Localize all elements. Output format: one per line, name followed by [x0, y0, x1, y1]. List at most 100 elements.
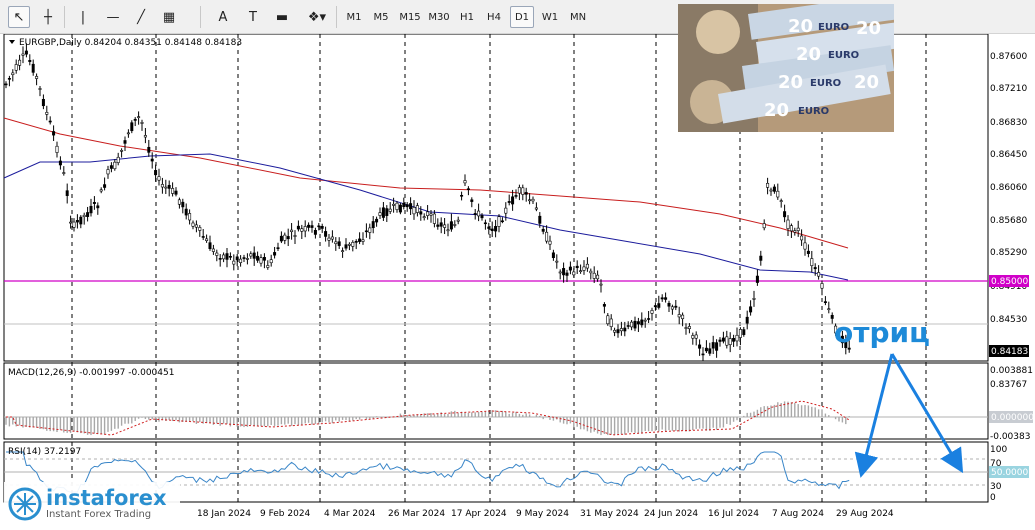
shapes-menu-icon[interactable]: ❖▾ — [302, 6, 332, 28]
candle-body — [330, 236, 334, 240]
timeframe-m1[interactable]: M1 — [342, 6, 366, 28]
candle-body — [113, 161, 117, 170]
candle-body — [324, 231, 328, 237]
candle-body — [721, 337, 725, 342]
candle-body — [708, 348, 712, 354]
candle-body — [215, 252, 219, 256]
price-axis-label: 0.85290 — [990, 248, 1027, 258]
candle-body — [82, 214, 86, 217]
candle-body — [48, 120, 52, 123]
candle-body — [154, 170, 158, 176]
candle-body — [89, 205, 93, 214]
candle-body — [208, 242, 212, 249]
candle-body — [514, 195, 518, 197]
candle-body — [698, 344, 702, 349]
candle-body — [62, 172, 66, 174]
rectangle-icon[interactable]: ▬ — [270, 6, 294, 28]
banknote-text: EURO — [810, 78, 841, 89]
candle-body — [749, 306, 753, 313]
vertical-line-icon[interactable]: | — [74, 6, 92, 28]
candle-body — [497, 216, 501, 227]
candle-body — [551, 252, 555, 259]
candle-body — [143, 135, 147, 138]
candle-body — [789, 225, 793, 232]
candle-body — [354, 240, 358, 243]
rsi-level-tag-text: 50.0000 — [991, 468, 1028, 478]
candle-body — [201, 236, 205, 238]
candle-body — [827, 308, 831, 311]
candle-body — [395, 202, 399, 210]
candle-body — [320, 226, 324, 229]
candle-body — [687, 326, 691, 330]
candle-body — [327, 237, 331, 241]
candle-body — [426, 211, 430, 216]
candle-body — [41, 98, 45, 107]
banknote-text: 20 — [854, 72, 879, 93]
price-axis-label: 0.87210 — [990, 84, 1027, 94]
timeframe-m30[interactable]: M30 — [425, 6, 453, 28]
candle-body — [490, 228, 494, 232]
timeframe-h1[interactable]: H1 — [455, 6, 479, 28]
candle-body — [769, 189, 773, 192]
candle-body — [776, 190, 780, 198]
macd-label: MACD(12,26,9) -0.001997 -0.000451 — [8, 368, 174, 378]
candle-body — [283, 234, 287, 241]
current-price-tag-text: 0.84183 — [991, 347, 1028, 357]
candle-body — [772, 186, 776, 192]
candle-body — [640, 319, 644, 326]
timeframe-d1[interactable]: D1 — [510, 6, 534, 28]
candle-body — [21, 53, 25, 56]
timeframe-m5[interactable]: M5 — [369, 6, 393, 28]
price-axis-label: 0.86060 — [990, 183, 1027, 193]
trendline-icon[interactable]: ╱ — [130, 6, 152, 28]
timeframe-mn[interactable]: MN — [566, 6, 590, 28]
candle-body — [405, 204, 409, 208]
candle-body — [177, 199, 181, 205]
text-label-icon[interactable]: T — [242, 6, 264, 28]
banknote-text: 20 — [788, 16, 813, 37]
cursor-icon[interactable]: ↖ — [8, 6, 30, 28]
horizontal-line-icon[interactable]: — — [102, 6, 124, 28]
rsi-scale-label: 0 — [990, 493, 996, 503]
candle-body — [783, 211, 787, 218]
candle-body — [528, 199, 532, 202]
candle-body — [4, 83, 8, 86]
candle-body — [500, 220, 504, 223]
candle-body — [463, 180, 467, 184]
price-axis-label: 0.87600 — [990, 52, 1027, 62]
candle-body — [361, 239, 365, 242]
candle-body — [412, 207, 416, 215]
candle-body — [470, 199, 474, 202]
logo-tagline: Instant Forex Trading — [46, 508, 152, 520]
crosshair-icon[interactable]: ┼ — [36, 6, 60, 28]
candle-body — [109, 165, 113, 169]
candle-body — [660, 297, 664, 300]
candle-body — [596, 274, 600, 280]
candle-body — [483, 222, 487, 225]
candle-body — [106, 169, 110, 175]
candle-body — [711, 342, 715, 349]
logo-mark-icon — [8, 487, 42, 520]
candle-body — [568, 266, 572, 271]
date-axis-label: 17 Apr 2024 — [451, 509, 507, 519]
candle-body — [69, 221, 73, 224]
candle-body — [473, 213, 477, 215]
annotation-text: отриц — [834, 316, 930, 349]
candle-body — [392, 203, 396, 206]
candle-body — [344, 244, 348, 249]
candle-body — [313, 229, 317, 235]
candle-body — [647, 318, 651, 320]
fibonacci-icon[interactable]: ▦ — [158, 6, 180, 28]
candle-body — [626, 325, 630, 327]
candle-body — [86, 212, 90, 217]
candle-body — [755, 275, 759, 283]
text-tool-icon[interactable]: A — [212, 6, 234, 28]
timeframe-w1[interactable]: W1 — [538, 6, 562, 28]
candle-body — [14, 64, 18, 71]
candle-body — [140, 122, 144, 124]
timeframe-m15[interactable]: M15 — [397, 6, 423, 28]
timeframe-h4[interactable]: H4 — [482, 6, 506, 28]
candle-body — [806, 250, 810, 254]
toolbar-separator — [64, 6, 65, 28]
candle-body — [623, 327, 627, 332]
